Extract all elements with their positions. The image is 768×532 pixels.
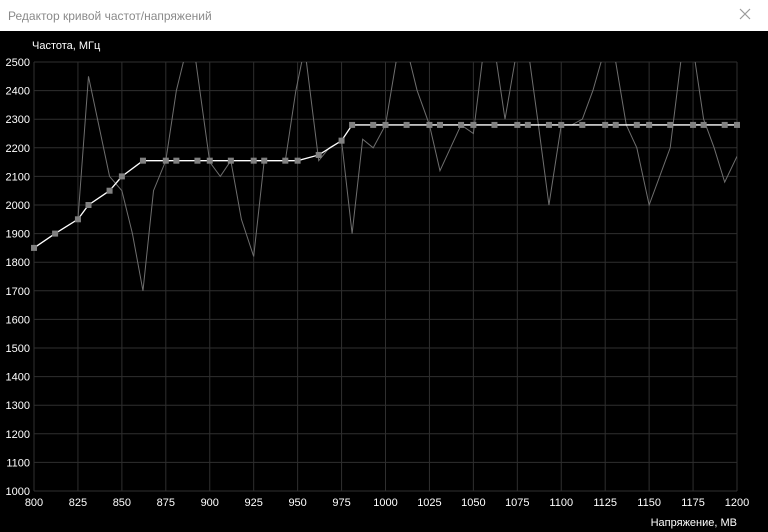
curve-point[interactable] [514,121,521,128]
y-tick-label: 1800 [6,257,30,269]
y-tick-label: 2400 [6,86,30,98]
curve-point[interactable] [470,121,477,128]
x-tick-label: 1100 [549,497,573,509]
y-tick-labels: 1000 1100 1200 1300 1400 1500 1600 1700 1800 1900… [6,57,30,498]
curve-point[interactable] [734,121,740,128]
x-axis-label: Напряжение, МВ [651,517,737,529]
curve-point[interactable] [250,157,257,164]
curve-point[interactable] [261,157,268,164]
curve-point[interactable] [403,121,410,128]
x-tick-label: 875 [157,497,175,509]
curve-point[interactable] [31,244,37,251]
curve-point[interactable] [173,157,180,164]
curve-point[interactable] [612,121,619,128]
x-tick-label: 950 [288,497,306,509]
y-tick-label: 1400 [6,372,30,384]
curve-point[interactable] [282,157,289,164]
x-tick-label: 1175 [681,497,705,509]
curve-point[interactable] [667,121,674,128]
y-tick-label: 2300 [6,114,30,126]
curve-point[interactable] [721,121,728,128]
curve-point[interactable] [315,151,322,158]
y-tick-label: 1700 [6,286,30,298]
y-tick-label: 1200 [6,429,30,441]
x-tick-label: 1000 [373,497,397,509]
curve-point[interactable] [194,157,201,164]
x-tick-label: 1125 [593,497,617,509]
curve-point[interactable] [458,121,465,128]
curve-point[interactable] [85,202,92,208]
y-tick-label: 2000 [6,200,30,212]
curve-point[interactable] [436,121,443,128]
x-tick-label: 900 [201,497,219,509]
curve-point[interactable] [74,216,81,223]
y-tick-label: 2100 [6,171,30,183]
y-tick-label: 1900 [6,229,30,241]
y-tick-label: 2500 [6,57,30,69]
curve-point[interactable] [633,121,640,128]
curve-point[interactable] [524,121,531,128]
y-tick-label: 1000 [6,486,30,498]
curve-point[interactable] [700,121,707,128]
x-tick-label: 1200 [725,497,749,509]
curve-point[interactable] [646,121,653,128]
curve-point[interactable] [227,157,234,164]
curve-point[interactable] [382,121,389,128]
curve-point[interactable] [206,157,213,164]
x-tick-label: 1050 [461,497,485,509]
curve-point[interactable] [491,121,498,128]
y-tick-label: 1300 [6,400,30,412]
x-tick-label: 850 [113,497,131,509]
curve-point[interactable] [106,187,113,194]
x-tick-label: 825 [69,497,87,509]
curve-point[interactable] [579,121,586,128]
curve-point[interactable] [349,121,356,128]
close-button[interactable] [722,0,768,31]
title-bar: Редактор кривой частот/напряжений [0,0,768,31]
y-axis-label: Частота, МГц [32,40,101,52]
x-tick-label: 1025 [417,497,441,509]
close-icon[interactable] [739,7,751,25]
curve-point[interactable] [139,157,146,164]
x-tick-label: 800 [25,497,43,509]
x-tick-label: 1075 [505,497,529,509]
curve-point[interactable] [294,157,301,164]
curve-point[interactable] [602,121,609,128]
y-tick-label: 1500 [6,343,30,355]
y-tick-label: 2200 [6,143,30,155]
curve-point[interactable] [558,121,565,128]
curve-point[interactable] [545,121,552,128]
x-tick-label: 925 [245,497,263,509]
x-tick-label: 1150 [637,497,661,509]
curve-point[interactable] [338,137,345,144]
curve-point[interactable] [162,157,169,164]
curve-point[interactable] [370,121,377,128]
curve-point[interactable] [690,121,697,128]
x-tick-label: 975 [332,497,350,509]
window-title: Редактор кривой частот/напряжений [8,9,212,23]
x-tick-labels: 800 825 850 875 900 925 950 975 1000 1025 1050 1075… [25,497,749,509]
curve-point[interactable] [52,230,59,237]
y-tick-label: 1600 [6,314,30,326]
y-tick-label: 1100 [6,457,30,469]
curve-point[interactable] [118,173,125,180]
vf-curve-chart[interactable]: 800 825 850 875 900 925 950 975 1000 1025 1050 1075… [0,31,768,532]
curve-point[interactable] [426,121,433,128]
